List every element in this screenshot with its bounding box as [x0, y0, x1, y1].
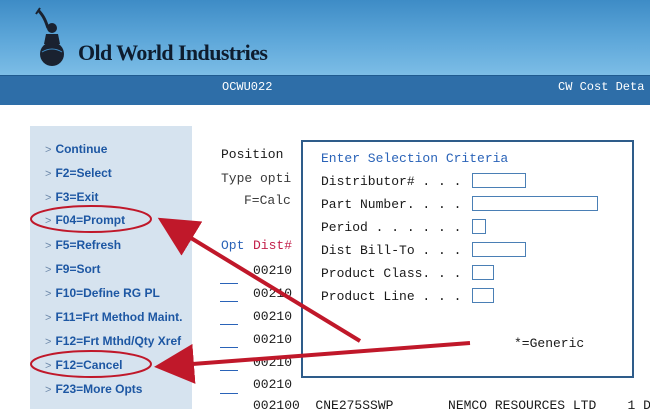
distributor-field[interactable]: [472, 173, 526, 188]
row-option-input[interactable]: [220, 370, 238, 371]
chevron-right-icon: >: [45, 144, 52, 156]
menu-f10-define-rg-pl[interactable]: > F10=Define RG PL: [45, 286, 160, 300]
table-row: 00210: [253, 286, 293, 301]
chevron-right-icon: >: [45, 192, 52, 204]
company-logo-icon: [35, 7, 64, 66]
menu-f2-select[interactable]: > F2=Select: [45, 166, 112, 180]
company-name: Old World Industries: [78, 40, 268, 65]
chevron-right-icon: >: [45, 288, 52, 300]
row-option-input[interactable]: [220, 283, 238, 284]
chevron-right-icon: >: [45, 336, 52, 348]
position-label: Position: [221, 147, 284, 162]
table-row: 00210: [253, 332, 293, 347]
product-class-field[interactable]: [472, 265, 494, 280]
menu-f5-refresh[interactable]: > F5=Refresh: [45, 238, 121, 252]
chevron-right-icon: >: [45, 384, 52, 396]
chevron-right-icon: >: [45, 360, 52, 372]
table-row: 00210: [253, 377, 293, 392]
chevron-right-icon: >: [45, 240, 52, 252]
product-class-label: Product Class. . .: [321, 266, 462, 281]
generic-note: *=Generic: [514, 336, 585, 351]
menu-continue[interactable]: > Continue: [45, 142, 107, 156]
dist-bill-to-field[interactable]: [472, 242, 526, 257]
distributor-label: Distributor# . . .: [321, 174, 462, 189]
menu-f23-more-opts[interactable]: > F23=More Opts: [45, 382, 142, 396]
menu-f12-cancel[interactable]: > F12=Cancel: [45, 358, 122, 372]
menu-f12-frt-mthd-qty-xref[interactable]: > F12=Frt Mthd/Qty Xref: [45, 334, 181, 348]
part-number-field[interactable]: [472, 196, 598, 211]
menu-f9-sort[interactable]: > F9=Sort: [45, 262, 100, 276]
chevron-right-icon: >: [45, 168, 52, 180]
function-key-menu: > Continue > F2=Select > F3=Exit > F04=Promp…: [30, 126, 192, 409]
menu-f04-prompt[interactable]: > F04=Prompt: [45, 213, 125, 227]
title-bar: OCWU022 CW Cost Deta: [0, 75, 650, 105]
screen-title: CW Cost Deta: [558, 80, 645, 94]
table-row: 00210: [253, 263, 293, 278]
row-option-input[interactable]: [220, 347, 238, 348]
column-dist-header: Dist#: [253, 238, 293, 253]
chevron-right-icon: >: [45, 215, 52, 227]
calc-option-label: F=Calc: [244, 193, 291, 208]
table-row-partial: 002100 CNE275SSWP NEMCO RESOURCES LTD 1 …: [253, 398, 650, 413]
table-row: 00210: [253, 309, 293, 324]
popup-title: Enter Selection Criteria: [321, 151, 509, 166]
program-id: OCWU022: [222, 80, 273, 94]
menu-f3-exit[interactable]: > F3=Exit: [45, 190, 98, 204]
chevron-right-icon: >: [45, 312, 52, 324]
row-option-input[interactable]: [220, 393, 238, 394]
column-opt-header: Opt: [221, 238, 245, 253]
menu-f11-frt-method-maint[interactable]: > F11=Frt Method Maint.: [45, 310, 182, 324]
product-line-label: Product Line . . .: [321, 289, 462, 304]
chevron-right-icon: >: [45, 264, 52, 276]
row-option-input[interactable]: [220, 301, 238, 302]
header-banner: Old World Industries: [0, 0, 650, 75]
dist-bill-to-label: Dist Bill-To . . .: [321, 243, 462, 258]
type-options-label: Type opti: [221, 171, 292, 186]
product-line-field[interactable]: [472, 288, 494, 303]
period-field[interactable]: [472, 219, 486, 234]
row-option-input[interactable]: [220, 324, 238, 325]
table-row: 00210: [253, 355, 293, 370]
selection-criteria-window: Enter Selection Criteria Distributor# . …: [301, 140, 634, 378]
period-label: Period . . . . . .: [321, 220, 462, 235]
part-number-label: Part Number. . . .: [321, 197, 462, 212]
